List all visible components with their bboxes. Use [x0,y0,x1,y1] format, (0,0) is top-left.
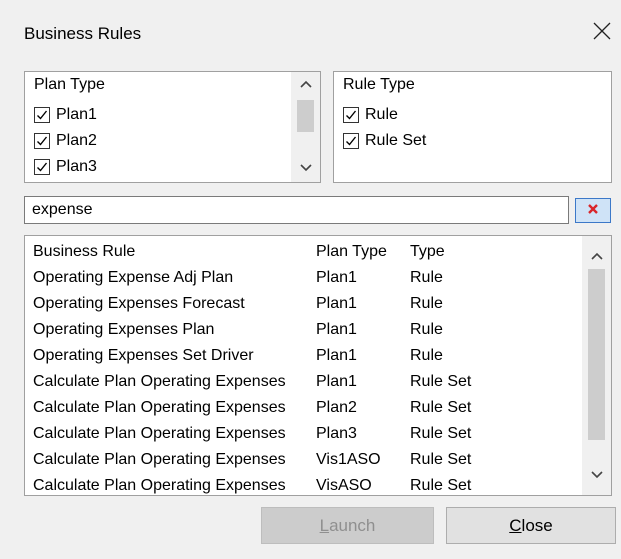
window-close-icon[interactable] [591,20,613,42]
launch-button[interactable]: Launch [261,507,434,544]
type-cell: Rule [410,269,443,286]
business-rules-table: Business Rule Plan Type Type Operating E… [24,235,612,496]
rule-name-cell: Calculate Plan Operating Expenses [33,477,286,494]
type-cell: Rule Set [410,373,472,390]
column-header-plan-type[interactable]: Plan Type [316,243,387,261]
scroll-down-arrow-icon[interactable] [291,156,320,180]
plan-type-cell: Plan2 [316,399,357,416]
scroll-down-arrow-icon[interactable] [582,463,611,487]
launch-label: aunch [329,515,376,535]
close-button[interactable]: Close [446,507,616,544]
close-label: lose [521,515,553,535]
plan-type-cell: Plan3 [316,425,357,442]
type-cell: Rule [410,295,443,312]
launch-mnemonic: L [319,515,330,535]
checkbox-checked[interactable] [34,133,50,149]
plan-type-list: Plan Type Plan1 Plan2 Plan3 [24,71,321,183]
rule-type-item[interactable]: Rule Set [343,130,426,152]
close-mnemonic: C [509,515,522,535]
search-input[interactable] [24,196,569,224]
plan-type-cell: Vis1ASO [316,451,381,468]
scroll-up-arrow-icon[interactable] [582,244,611,268]
window-title: Business Rules [24,24,142,43]
plan-type-item[interactable]: Plan3 [34,156,97,178]
rule-name-cell: Operating Expenses Forecast [33,295,245,312]
scroll-thumb[interactable] [297,100,314,132]
plan-type-cell: Plan1 [316,269,357,286]
table-header: Business Rule Plan Type Type [25,240,585,266]
checkbox-checked[interactable] [343,133,359,149]
clear-search-button[interactable] [575,198,611,223]
type-cell: Rule [410,347,443,364]
plan-type-label: Plan2 [56,132,97,149]
rule-type-heading: Rule Type [343,76,415,93]
type-cell: Rule Set [410,425,472,442]
rules-table-scrollbar[interactable] [582,236,611,495]
plan-type-cell: Plan1 [316,347,357,364]
rule-name-cell: Operating Expense Adj Plan [33,269,234,286]
plan-type-scrollbar[interactable] [291,72,320,182]
plan-type-label: Plan1 [56,106,97,123]
rule-name-cell: Operating Expenses Set Driver [33,347,254,364]
plan-type-label: Plan3 [56,158,97,175]
type-cell: Rule Set [410,451,472,468]
clear-x-icon [587,202,599,220]
rule-name-cell: Calculate Plan Operating Expenses [33,451,286,468]
plan-type-item[interactable]: Plan2 [34,130,97,152]
rule-type-list: Rule Type Rule Rule Set [333,71,612,183]
rule-name-cell: Calculate Plan Operating Expenses [33,373,286,390]
type-cell: Rule Set [410,477,472,494]
scroll-thumb[interactable] [588,269,605,440]
plan-type-cell: Plan1 [316,295,357,312]
plan-type-heading: Plan Type [34,76,105,93]
type-cell: Rule [410,321,443,338]
rule-name-cell: Calculate Plan Operating Expenses [33,399,286,416]
rule-type-label: Rule Set [365,132,427,149]
scroll-up-arrow-icon[interactable] [291,72,320,96]
rule-type-label: Rule [365,106,398,123]
column-header-type[interactable]: Type [410,243,445,261]
checkbox-checked[interactable] [343,107,359,123]
rule-name-cell: Operating Expenses Plan [33,321,215,338]
plan-type-item[interactable]: Plan1 [34,104,97,126]
plan-type-cell: VisASO [316,477,372,494]
checkbox-checked[interactable] [34,159,50,175]
plan-type-cell: Plan1 [316,373,357,390]
plan-type-cell: Plan1 [316,321,357,338]
rule-type-item[interactable]: Rule [343,104,398,126]
type-cell: Rule Set [410,399,472,416]
checkbox-checked[interactable] [34,107,50,123]
rule-name-cell: Calculate Plan Operating Expenses [33,425,286,442]
column-header-business-rule[interactable]: Business Rule [33,243,135,261]
